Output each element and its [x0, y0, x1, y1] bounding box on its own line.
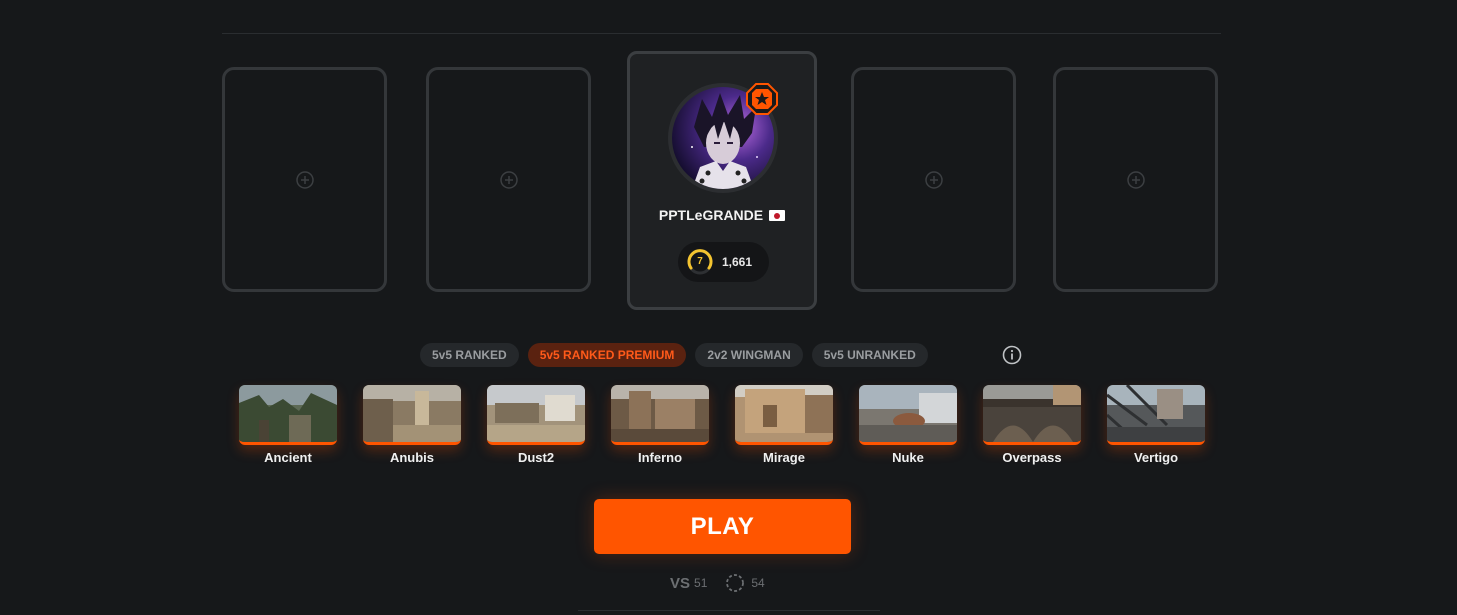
elo-value: 1,661: [722, 255, 753, 269]
map-thumbnail-vertigo: [1107, 385, 1205, 445]
plus-circle-icon: [499, 170, 518, 189]
map-thumbnail-mirage: [735, 385, 833, 445]
tab-5v5-unranked[interactable]: 5v5 UNRANKED: [811, 343, 928, 367]
map-card-anubis[interactable]: Anubis: [363, 385, 461, 465]
tab-2v2-wingman[interactable]: 2v2 WINGMAN: [695, 343, 803, 367]
mode-tabs: 5v5 RANKED 5v5 RANKED PREMIUM 2v2 WINGMA…: [420, 343, 928, 367]
searching-count: 54: [751, 576, 765, 590]
map-thumbnail-anubis: [363, 385, 461, 445]
map-thumbnail-inferno: [611, 385, 709, 445]
map-name: Inferno: [637, 450, 683, 465]
map-name: Nuke: [892, 450, 924, 465]
map-name: Vertigo: [1133, 450, 1179, 465]
map-card-inferno[interactable]: Inferno: [611, 385, 709, 465]
map-thumbnail-dust2: [487, 385, 585, 445]
vs-count: 51: [694, 576, 708, 590]
elo-pill: 7 1,661: [678, 242, 769, 282]
tab-5v5-ranked[interactable]: 5v5 RANKED: [420, 343, 519, 367]
japan-flag-icon: [769, 210, 786, 221]
star-octagon-badge-icon: [746, 83, 778, 115]
queue-stats: VS 51 54: [670, 573, 765, 593]
map-name: Overpass: [1002, 450, 1062, 465]
map-card-mirage[interactable]: Mirage: [735, 385, 833, 465]
top-divider: [222, 33, 1221, 34]
map-name: Mirage: [763, 450, 805, 465]
plus-circle-icon: [924, 170, 943, 189]
map-card-nuke[interactable]: Nuke: [859, 385, 957, 465]
plus-circle-icon: [295, 170, 314, 189]
empty-party-slot-4[interactable]: [1053, 67, 1218, 292]
play-button[interactable]: PLAY: [594, 499, 851, 554]
vs-label: VS: [670, 574, 691, 592]
map-thumbnail-overpass: [983, 385, 1081, 445]
info-icon[interactable]: [1002, 345, 1022, 365]
map-card-vertigo[interactable]: Vertigo: [1107, 385, 1205, 465]
empty-party-slot-1[interactable]: [222, 67, 387, 292]
bottom-divider: [578, 610, 880, 611]
map-thumbnail-ancient: [239, 385, 337, 445]
map-name: Ancient: [264, 450, 312, 465]
player-nickname-row: PPTLeGRANDE: [630, 207, 814, 223]
tab-5v5-ranked-premium[interactable]: 5v5 RANKED PREMIUM: [527, 343, 687, 367]
map-card-dust2[interactable]: Dust2: [487, 385, 585, 465]
empty-party-slot-3[interactable]: [851, 67, 1016, 292]
map-name: Anubis: [389, 450, 435, 465]
map-card-ancient[interactable]: Ancient: [239, 385, 337, 465]
plus-circle-icon: [1126, 170, 1145, 189]
map-name: Dust2: [517, 450, 555, 465]
searching-spinner-icon: [726, 574, 745, 592]
map-thumbnail-nuke: [859, 385, 957, 445]
player-card[interactable]: PPTLeGRANDE 7 1,661: [627, 51, 817, 310]
empty-party-slot-2[interactable]: [426, 67, 591, 292]
player-nickname[interactable]: PPTLeGRANDE: [659, 207, 763, 223]
map-card-overpass[interactable]: Overpass: [983, 385, 1081, 465]
skill-level: 7: [697, 256, 703, 267]
